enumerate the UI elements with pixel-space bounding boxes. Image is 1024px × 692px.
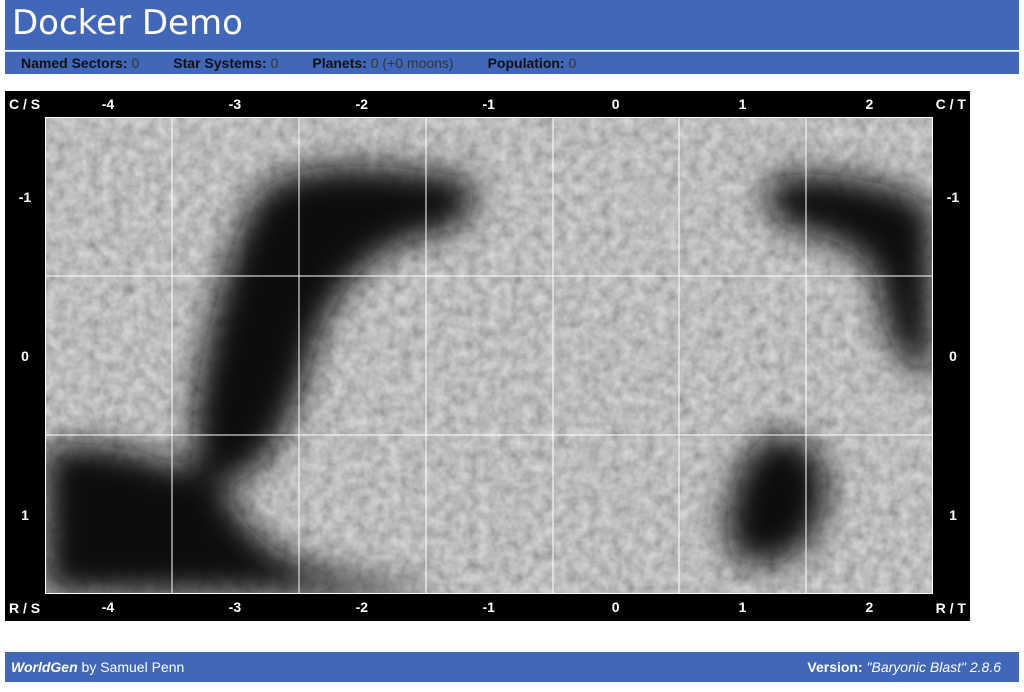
stat-value: 0 bbox=[270, 55, 279, 71]
stat-value: 0 bbox=[568, 55, 577, 71]
stat-label: Star Systems: bbox=[173, 55, 267, 71]
corner-label-top-left: C / S bbox=[9, 96, 41, 112]
row-header: 0 bbox=[21, 347, 29, 364]
column-header: -4 bbox=[101, 599, 115, 615]
stat-planets: Planets: 0 (+0 moons) bbox=[312, 55, 453, 71]
corner-label-bottom-right: R / T bbox=[935, 600, 966, 616]
app-footer: WorldGen by Samuel Penn Version: "Baryon… bbox=[5, 652, 1019, 682]
stat-label: Population: bbox=[487, 55, 565, 71]
author: by Samuel Penn bbox=[77, 659, 185, 675]
stats-bar: Named Sectors: 0 Star Systems: 0 Planets… bbox=[5, 51, 1019, 74]
version-name: "Baryonic Blast" bbox=[866, 659, 966, 675]
stat-named-sectors: Named Sectors: 0 bbox=[21, 55, 139, 71]
sector-grid bbox=[45, 117, 933, 594]
page-title: Docker Demo bbox=[12, 3, 243, 43]
column-header: -4 bbox=[101, 96, 115, 112]
column-header: -3 bbox=[228, 96, 242, 112]
stat-value: 0 (+0 moons) bbox=[370, 55, 454, 71]
app-name: WorldGen bbox=[11, 659, 78, 675]
stat-population: Population: 0 bbox=[488, 55, 577, 71]
stat-label: Planets: bbox=[312, 55, 367, 71]
galaxy-map: C / S C / T R / S R / T -4 -3 -2 -1 0 1 2 -4 -3… bbox=[5, 91, 970, 621]
row-header: 0 bbox=[949, 347, 957, 364]
column-header: 2 bbox=[865, 599, 874, 615]
row-header: -1 bbox=[18, 188, 32, 205]
corner-label-bottom-left: R / S bbox=[9, 600, 41, 616]
stat-star-systems: Star Systems: 0 bbox=[173, 55, 278, 71]
column-header: 0 bbox=[611, 96, 620, 112]
column-header: -1 bbox=[482, 599, 495, 615]
column-header: 1 bbox=[738, 96, 747, 112]
footer-credit: WorldGen by Samuel Penn bbox=[11, 659, 184, 675]
row-header: 1 bbox=[21, 506, 29, 523]
version-label: Version: bbox=[807, 659, 863, 675]
column-header: -3 bbox=[228, 599, 242, 615]
app-header: Docker Demo bbox=[5, 0, 1019, 50]
footer-version: Version: "Baryonic Blast" 2.8.6 bbox=[807, 659, 1001, 675]
column-header: -1 bbox=[482, 96, 495, 112]
column-header: 0 bbox=[611, 599, 620, 615]
column-header: 1 bbox=[738, 599, 747, 615]
column-header: -2 bbox=[355, 599, 369, 615]
row-header: -1 bbox=[946, 188, 960, 205]
column-header: 2 bbox=[865, 96, 874, 112]
version-number: 2.8.6 bbox=[965, 659, 1001, 675]
stat-label: Named Sectors: bbox=[21, 55, 128, 71]
corner-label-top-right: C / T bbox=[935, 96, 966, 112]
column-header: -2 bbox=[355, 96, 369, 112]
row-header: 1 bbox=[949, 506, 957, 523]
stat-value: 0 bbox=[131, 55, 140, 71]
